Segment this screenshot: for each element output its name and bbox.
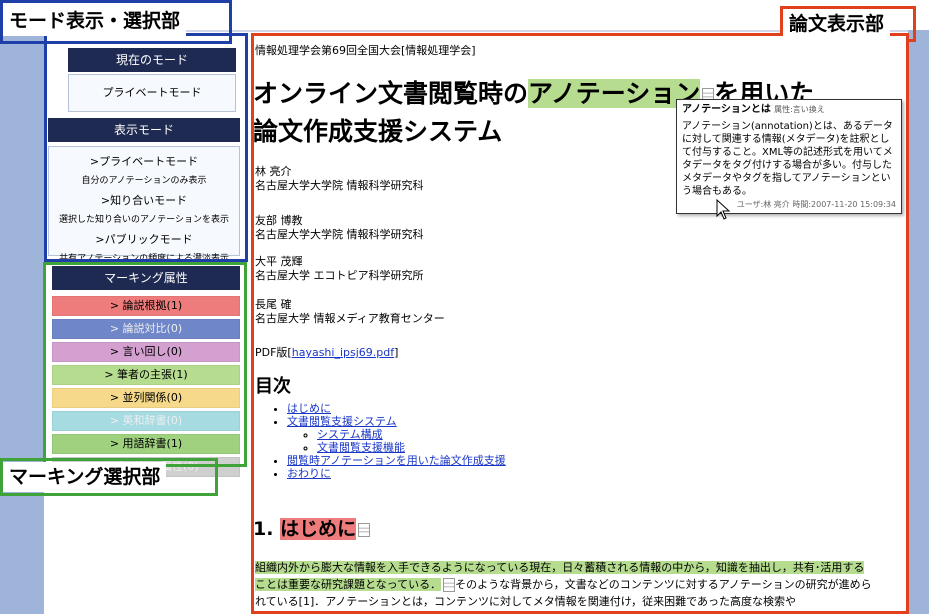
marking-section-outline bbox=[43, 262, 247, 467]
tooltip-title: アノテーションとは bbox=[682, 104, 771, 115]
marking-callout-label: マーキング選択部 bbox=[3, 462, 167, 492]
tooltip-attribute: 属性:言い換え bbox=[774, 105, 825, 114]
tooltip-footer: ユーザ:林 亮介 時間:2007-11-20 15:09:34 bbox=[736, 200, 896, 209]
mouse-cursor-icon bbox=[716, 199, 731, 220]
tooltip-header: アノテーションとは 属性:言い換え bbox=[682, 103, 896, 116]
doc-callout-label: 論文表示部 bbox=[783, 9, 891, 39]
mode-callout-label: モード表示・選択部 bbox=[3, 6, 187, 36]
tooltip-body: アノテーション(annotation)とは、あるデータに対して関連する情報(メタ… bbox=[682, 121, 893, 197]
page-background-left bbox=[0, 30, 44, 614]
mode-section-outline bbox=[44, 33, 248, 262]
page-background-right bbox=[908, 30, 929, 614]
annotation-tooltip: アノテーションとは 属性:言い換え アノテーション(annotation)とは、… bbox=[676, 99, 902, 214]
